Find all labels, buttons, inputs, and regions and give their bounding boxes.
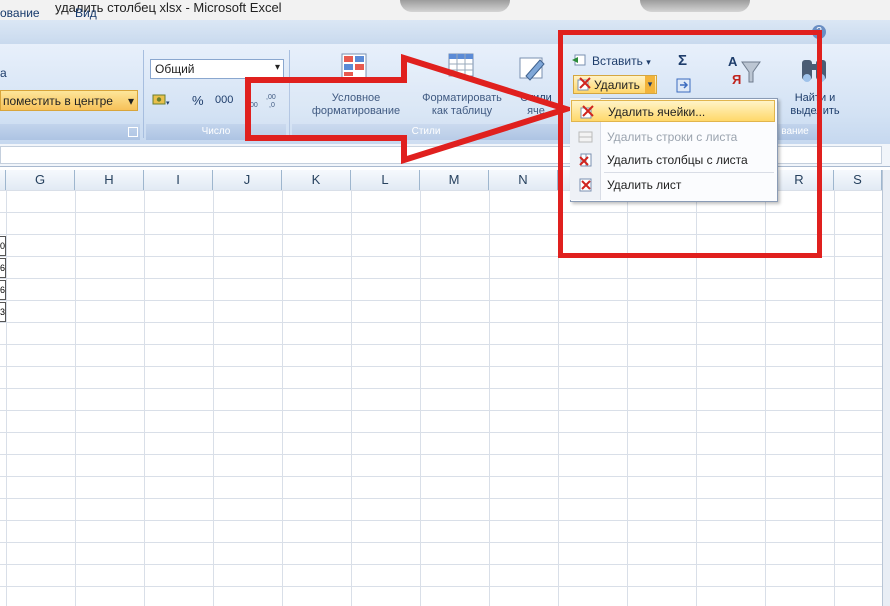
chevron-down-icon: ▾ — [127, 94, 134, 108]
column-header[interactable]: I — [144, 170, 213, 190]
column-header[interactable]: L — [351, 170, 420, 190]
annotation-highlight-box — [558, 30, 822, 258]
merge-center-button[interactable]: поместить в центре ▾ — [0, 90, 138, 111]
currency-format-icon[interactable]: ▾ — [152, 92, 172, 108]
column-header[interactable]: H — [75, 170, 144, 190]
percent-button[interactable]: % — [192, 93, 204, 108]
annotation-arrow — [245, 54, 574, 164]
cell-fragment[interactable]: 6 — [0, 258, 6, 278]
number-format-value: Общий — [155, 62, 195, 76]
column-header[interactable]: N — [489, 170, 558, 190]
column-header[interactable]: K — [282, 170, 351, 190]
cell-fragment[interactable]: 3 — [0, 302, 6, 322]
vertical-scrollbar[interactable] — [882, 170, 890, 606]
cell-fragment[interactable]: 0 — [0, 236, 6, 256]
dialog-launcher-icon[interactable] — [128, 127, 138, 137]
column-header[interactable]: S — [834, 170, 882, 190]
thousands-button[interactable]: 000 — [215, 94, 233, 106]
alignment-fragment: а — [0, 66, 7, 80]
tab-view[interactable]: Вид — [75, 6, 97, 20]
window-chrome-highlight — [400, 0, 510, 12]
column-header[interactable]: G — [6, 170, 75, 190]
window-chrome-highlight — [640, 0, 750, 12]
tab-review[interactable]: ование — [0, 6, 40, 20]
group-separator — [143, 50, 144, 138]
group-label-alignment — [0, 124, 140, 140]
column-header[interactable]: M — [420, 170, 489, 190]
cell-fragment[interactable]: 6 — [0, 280, 6, 300]
column-header[interactable]: J — [213, 170, 282, 190]
merge-center-label: поместить в центре — [3, 94, 113, 108]
svg-text:▾: ▾ — [166, 100, 170, 107]
